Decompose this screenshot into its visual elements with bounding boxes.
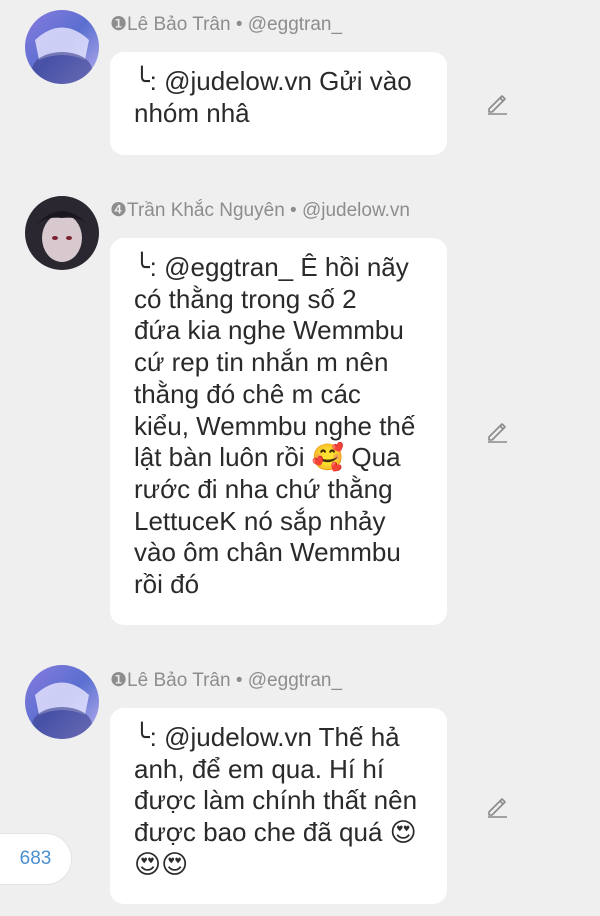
author-handle[interactable]: Lê Bảo Trân • @eggtran_: [127, 670, 342, 691]
comment-author[interactable]: ❶Lê Bảo Trân • @eggtran_: [110, 668, 342, 694]
author-handle[interactable]: Trần Khắc Nguyên • @judelow.vn: [127, 200, 410, 221]
pencil-edit-icon[interactable]: [485, 795, 509, 819]
level-badge: ❹: [110, 200, 128, 221]
pencil-edit-icon[interactable]: [485, 420, 509, 444]
comment-author[interactable]: ❶Lê Bảo Trân • @eggtran_: [110, 12, 342, 38]
comment-text: ╰: @eggtran_ Ê hồi nãy có thằng trong số…: [134, 252, 416, 600]
comment-author[interactable]: ❹Trần Khắc Nguyên • @judelow.vn: [110, 198, 410, 224]
comment-text: ╰: @judelow.vn Thế hả anh, để em qua. Hí…: [134, 722, 418, 879]
comment-bubble: ╰: @judelow.vn Gửi vào nhóm nhâ: [110, 52, 447, 155]
pencil-edit-icon[interactable]: [485, 92, 509, 116]
author-handle[interactable]: Lê Bảo Trân • @eggtran_: [127, 14, 342, 35]
comment-count-badge[interactable]: 683: [0, 833, 72, 885]
comment-text: ╰: @judelow.vn Gửi vào nhóm nhâ: [134, 66, 412, 128]
level-badge: ❶: [110, 670, 128, 691]
comment-bubble: ╰: @eggtran_ Ê hồi nãy có thằng trong số…: [110, 238, 447, 625]
comment-bubble: ╰: @judelow.vn Thế hả anh, để em qua. Hí…: [110, 708, 447, 904]
avatar[interactable]: [25, 196, 99, 270]
level-badge: ❶: [110, 14, 128, 35]
comment-count: 683: [19, 848, 52, 869]
avatar[interactable]: [25, 10, 99, 84]
avatar[interactable]: [25, 665, 99, 739]
